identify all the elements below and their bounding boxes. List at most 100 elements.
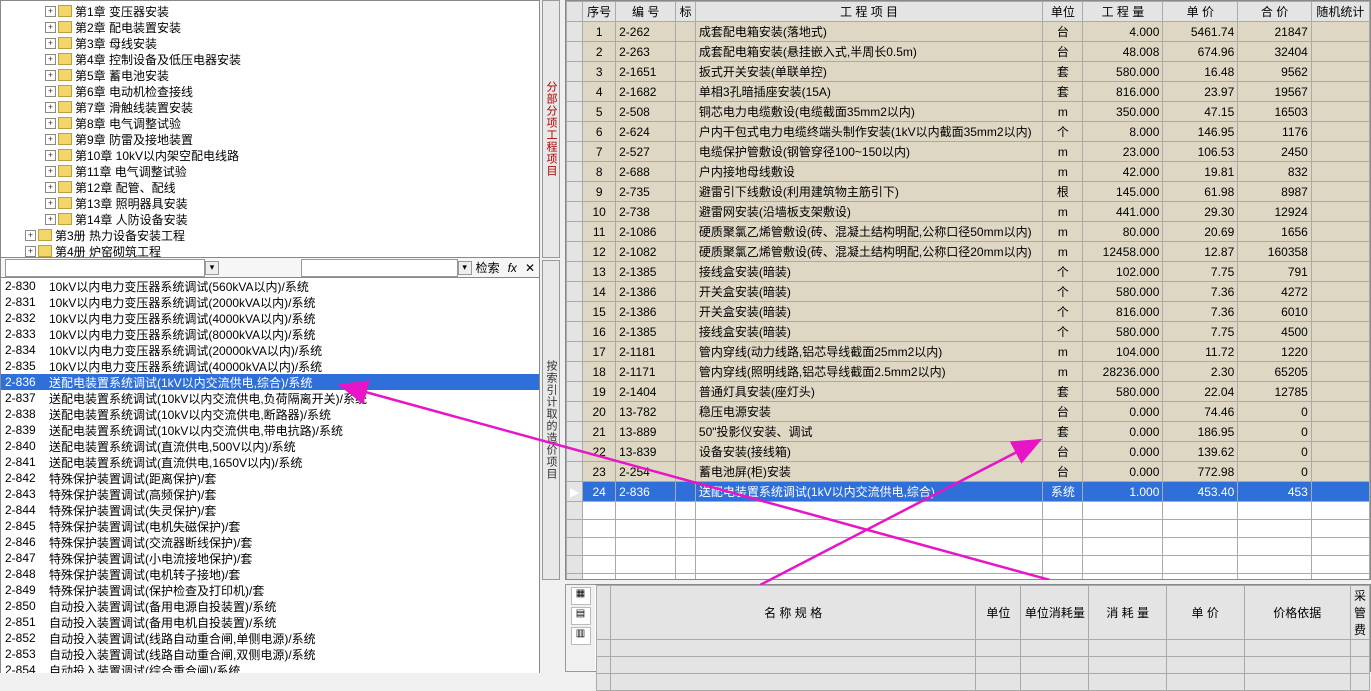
list-item[interactable]: 2-851自动投入装置调试(备用电机自投装置)/系统 (1, 614, 539, 630)
list-item[interactable]: 2-852自动投入装置调试(线路自动重合闸,单侧电源)/系统 (1, 630, 539, 646)
bcol-src[interactable]: 采管费 (1350, 586, 1369, 640)
tree-node[interactable]: +第2章 配电装置安装 (1, 19, 539, 35)
list-item[interactable]: 2-837送配电装置系统调试(10kV以内交流供电,负荷隔离开关)/系统 (1, 390, 539, 406)
table-row[interactable] (567, 538, 1370, 556)
expand-icon[interactable]: + (45, 22, 56, 33)
table-row[interactable] (567, 556, 1370, 574)
table-row[interactable]: 2013-782稳压电源安装台0.00074.460 (567, 402, 1370, 422)
table-row[interactable] (567, 502, 1370, 520)
col-name[interactable]: 工 程 项 目 (695, 2, 1042, 22)
col-code[interactable]: 编 号 (616, 2, 676, 22)
expand-icon[interactable]: + (45, 118, 56, 129)
col-unit[interactable]: 单位 (1043, 2, 1083, 22)
expand-icon[interactable]: + (25, 246, 36, 257)
list-item[interactable]: 2-843特殊保护装置调试(高频保护)/套 (1, 486, 539, 502)
tree-node[interactable]: +第5章 蓄电池安装 (1, 67, 539, 83)
expand-icon[interactable]: + (45, 54, 56, 65)
table-row[interactable]: 2213-839设备安装(接线箱)台0.000139.620 (567, 442, 1370, 462)
bcol-unit[interactable]: 单位 (976, 586, 1021, 640)
col-total[interactable]: 合 价 (1238, 2, 1312, 22)
list-item[interactable]: 2-836送配电装置系统调试(1kV以内交流供电,综合)/系统 (1, 374, 539, 390)
list-item[interactable]: 2-83010kV以内电力变压器系统调试(560kVA以内)/系统 (1, 278, 539, 294)
table-row[interactable]: 232-254蓄电池屏(柜)安装台0.000772.980 (567, 462, 1370, 482)
expand-icon[interactable]: + (45, 214, 56, 225)
chapter-tree[interactable]: +第1章 变压器安装+第2章 配电装置安装+第3章 母线安装+第4章 控制设备及… (1, 1, 539, 258)
bottom-grid[interactable]: 名 称 规 格 单位 单位消耗量 消 耗 量 单 价 价格依据 采管费 (596, 585, 1370, 691)
list-item[interactable]: 2-83310kV以内电力变压器系统调试(8000kVA以内)/系统 (1, 326, 539, 342)
table-row[interactable]: 132-1385接线盒安装(暗装)个102.0007.75791 (567, 262, 1370, 282)
table-row[interactable]: 182-1171管内穿线(照明线路,铝芯导线截面2.5mm2以内)m28236.… (567, 362, 1370, 382)
table-row[interactable]: 92-735避雷引下线敷设(利用建筑物主筋引下)根145.00061.98898… (567, 182, 1370, 202)
expand-icon[interactable]: + (45, 182, 56, 193)
tree-node[interactable]: +第4册 炉窑砌筑工程 (1, 243, 539, 258)
expand-icon[interactable]: + (25, 230, 36, 241)
table-row[interactable]: 192-1404普通灯具安装(座灯头)套580.00022.0412785 (567, 382, 1370, 402)
table-row[interactable]: 112-1086硬质聚氯乙烯管敷设(砖、混凝土结构明配,公称口径50mm以内)m… (567, 222, 1370, 242)
vtab-top[interactable]: 分部分项工程项目 (542, 0, 560, 258)
tree-node[interactable]: +第1章 变压器安装 (1, 3, 539, 19)
tree-node[interactable]: +第6章 电动机检查接线 (1, 83, 539, 99)
list-item[interactable]: 2-83110kV以内电力变压器系统调试(2000kVA以内)/系统 (1, 294, 539, 310)
list-item[interactable]: 2-847特殊保护装置调试(小电流接地保护)/套 (1, 550, 539, 566)
list-item[interactable]: 2-83410kV以内电力变压器系统调试(20000kVA以内)/系统 (1, 342, 539, 358)
tree-node[interactable]: +第4章 控制设备及低压电器安装 (1, 51, 539, 67)
tree-node[interactable]: +第14章 人防设备安装 (1, 211, 539, 227)
bcol-cons[interactable]: 单位消耗量 (1021, 586, 1089, 640)
tool-icon-1[interactable]: ▦ (571, 587, 591, 605)
list-item[interactable]: 2-844特殊保护装置调试(失灵保护)/套 (1, 502, 539, 518)
list-item[interactable]: 2-853自动投入装置调试(线路自动重合闸,双侧电源)/系统 (1, 646, 539, 662)
list-item[interactable]: 2-841送配电装置系统调试(直流供电,1650V以内)/系统 (1, 454, 539, 470)
list-item[interactable]: 2-83510kV以内电力变压器系统调试(40000kVA以内)/系统 (1, 358, 539, 374)
dropdown-icon[interactable]: ▾ (205, 261, 219, 275)
tree-node[interactable]: +第13章 照明器具安装 (1, 195, 539, 211)
expand-icon[interactable]: + (45, 6, 56, 17)
bcol-basis[interactable]: 价格依据 (1244, 586, 1350, 640)
table-row[interactable]: 162-1385接线盒安装(暗装)个580.0007.754500 (567, 322, 1370, 342)
table-row[interactable] (567, 520, 1370, 538)
col-seq[interactable]: 序号 (583, 2, 616, 22)
tool-icon-3[interactable]: ▥ (571, 627, 591, 645)
tree-node[interactable]: +第11章 电气调整试验 (1, 163, 539, 179)
tree-node[interactable]: +第3章 母线安装 (1, 35, 539, 51)
table-row[interactable]: 42-1682单相3孔暗插座安装(15A)套816.00023.9719567 (567, 82, 1370, 102)
item-list[interactable]: 2-83010kV以内电力变压器系统调试(560kVA以内)/系统2-83110… (1, 278, 539, 673)
table-row[interactable]: 72-527电缆保护管敷设(钢管穿径100~150以内)m23.000106.5… (567, 142, 1370, 162)
table-row[interactable]: 102-738避雷网安装(沿墙板支架敷设)m441.00029.3012924 (567, 202, 1370, 222)
tree-node[interactable]: +第7章 滑触线装置安装 (1, 99, 539, 115)
table-row[interactable]: 152-1386开关盒安装(暗装)个816.0007.366010 (567, 302, 1370, 322)
col-qty[interactable]: 工 程 量 (1083, 2, 1163, 22)
list-item[interactable]: 2-842特殊保护装置调试(距离保护)/套 (1, 470, 539, 486)
list-item[interactable]: 2-850自动投入装置调试(备用电源自投装置)/系统 (1, 598, 539, 614)
table-row[interactable] (567, 574, 1370, 581)
tree-node[interactable]: +第8章 电气调整试验 (1, 115, 539, 131)
table-row[interactable]: 52-508铜芯电力电缆敷设(电缆截面35mm2以内)m350.00047.15… (567, 102, 1370, 122)
tree-node[interactable]: +第9章 防雷及接地装置 (1, 131, 539, 147)
bcol-name[interactable]: 名 称 规 格 (610, 586, 976, 640)
list-item[interactable]: 2-848特殊保护装置调试(电机转子接地)/套 (1, 566, 539, 582)
list-item[interactable]: 2-839送配电装置系统调试(10kV以内交流供电,带电抗路)/系统 (1, 422, 539, 438)
fx-icon[interactable]: fx (508, 261, 517, 275)
tool-icon-2[interactable]: ▤ (571, 607, 591, 625)
table-row[interactable]: 142-1386开关盒安装(暗装)个580.0007.364272 (567, 282, 1370, 302)
expand-icon[interactable]: + (45, 102, 56, 113)
tree-node[interactable]: +第3册 热力设备安装工程 (1, 227, 539, 243)
expand-icon[interactable]: + (45, 70, 56, 81)
table-row[interactable]: 2113-88950"投影仪安装、调试套0.000186.950 (567, 422, 1370, 442)
list-item[interactable]: 2-849特殊保护装置调试(保护检查及打印机)/套 (1, 582, 539, 598)
table-row[interactable]: 82-688户内接地母线敷设m42.00019.81832 (567, 162, 1370, 182)
bcol-price[interactable]: 单 价 (1166, 586, 1244, 640)
col-mark[interactable]: 标 (676, 2, 696, 22)
list-item[interactable]: 2-846特殊保护装置调试(交流器断线保护)/套 (1, 534, 539, 550)
table-row[interactable]: 172-1181管内穿线(动力线路,铝芯导线截面25mm2以内)m104.000… (567, 342, 1370, 362)
list-item[interactable]: 2-840送配电装置系统调试(直流供电,500V以内)/系统 (1, 438, 539, 454)
col-price[interactable]: 单 价 (1163, 2, 1238, 22)
list-item[interactable]: 2-845特殊保护装置调试(电机失磁保护)/套 (1, 518, 539, 534)
vtab-bottom[interactable]: 按索引计取的造价项目 (542, 260, 560, 580)
expand-icon[interactable]: + (45, 166, 56, 177)
bcol-qty[interactable]: 消 耗 量 (1089, 586, 1167, 640)
tree-node[interactable]: +第10章 10kV以内架空配电线路 (1, 147, 539, 163)
list-item[interactable]: 2-838送配电装置系统调试(10kV以内交流供电,断路器)/系统 (1, 406, 539, 422)
table-row[interactable]: 122-1082硬质聚氯乙烯管敷设(砖、混凝土结构明配,公称口径20mm以内)m… (567, 242, 1370, 262)
col-rand[interactable]: 随机统计 (1311, 2, 1369, 22)
expand-icon[interactable]: + (45, 38, 56, 49)
